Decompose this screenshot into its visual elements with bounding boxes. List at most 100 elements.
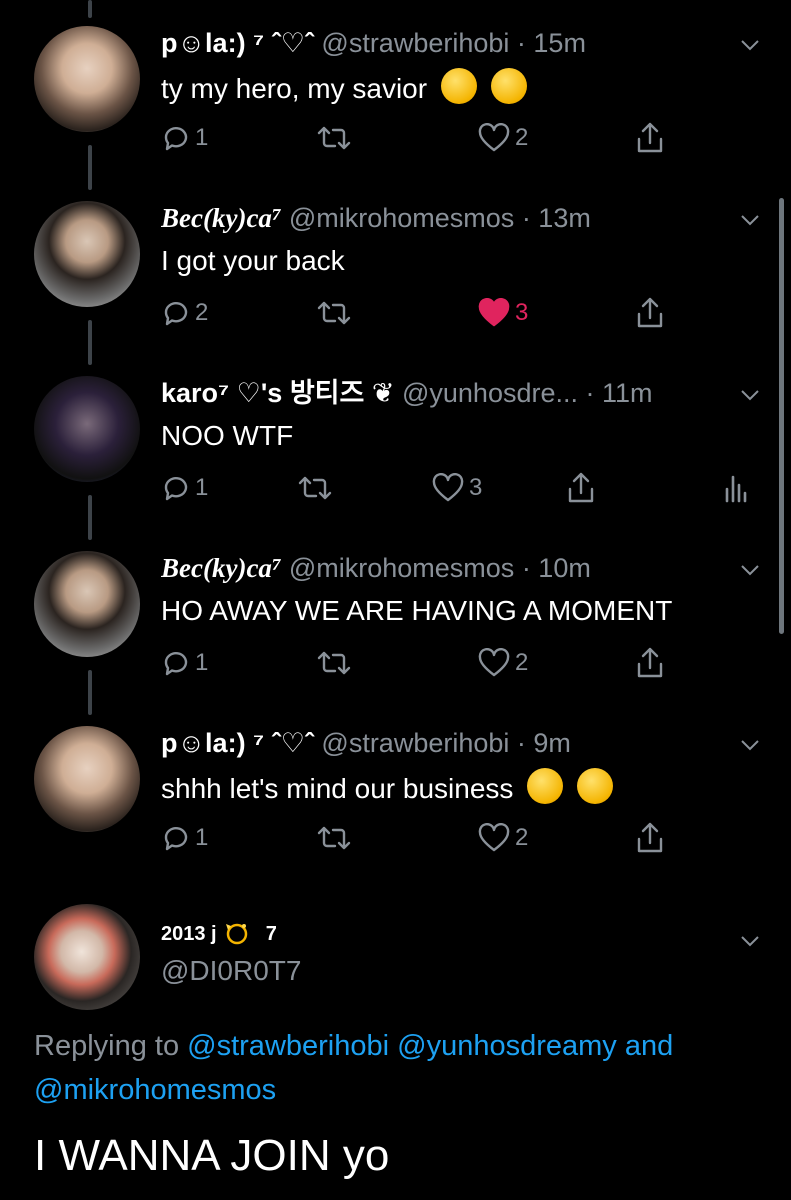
mention-link[interactable]: @mikrohomesmos xyxy=(34,1074,276,1106)
action-bar: 1 3 xyxy=(161,468,761,508)
display-name-text: 2013 j xyxy=(161,923,217,945)
reply-button[interactable]: 1 xyxy=(161,643,208,683)
avatar[interactable] xyxy=(34,726,140,832)
retweet-button[interactable] xyxy=(316,643,356,683)
chevron-down-icon[interactable] xyxy=(741,561,759,579)
display-name[interactable]: p☺la:) ⁷ ˆ♡ˆ xyxy=(161,728,314,758)
heart-icon xyxy=(478,123,510,152)
tweet[interactable]: Bec(ky)ca⁷ @mikrohomesmos · 10m HO AWAY … xyxy=(0,525,791,700)
reply-icon xyxy=(164,477,188,501)
action-bar: 1 2 xyxy=(161,118,721,158)
reply-button[interactable]: 2 xyxy=(161,293,208,333)
avatar[interactable] xyxy=(34,904,140,1010)
mention-and[interactable]: and xyxy=(625,1030,673,1062)
timestamp: · 13m xyxy=(521,203,591,233)
action-bar: 1 2 xyxy=(161,818,721,858)
tweet-text: NOO WTF xyxy=(161,420,294,451)
like-button[interactable]: 2 xyxy=(477,118,528,158)
like-button[interactable]: 3 xyxy=(431,468,482,508)
reply-button[interactable]: 1 xyxy=(161,818,208,858)
chevron-down-icon[interactable] xyxy=(741,932,759,950)
reply-button[interactable]: 1 xyxy=(161,468,208,508)
display-name[interactable]: Bec(ky)ca⁷ xyxy=(161,553,281,583)
display-name[interactable]: Bec(ky)ca⁷ xyxy=(161,203,281,233)
tweet[interactable]: p☺la:) ⁷ ˆ♡ˆ @strawberihobi · 15m ty my … xyxy=(0,0,791,175)
timestamp: · 11m xyxy=(585,378,653,408)
reply-icon xyxy=(164,302,188,326)
display-name[interactable]: karo⁷ ♡'s 방티즈 ❦ xyxy=(161,378,394,408)
like-count: 2 xyxy=(515,649,529,676)
relieved-face-icon xyxy=(527,768,564,804)
action-bar: 1 2 xyxy=(161,643,721,683)
like-count: 2 xyxy=(515,124,529,151)
retweet-icon xyxy=(317,826,351,850)
heart-filled-icon xyxy=(478,298,510,327)
kissing-face-icon xyxy=(576,768,613,804)
avatar[interactable] xyxy=(34,376,140,482)
avatar[interactable] xyxy=(34,26,140,132)
replying-to: Replying to @strawberihobi @yunhosdreamy… xyxy=(34,1024,774,1112)
heart-icon xyxy=(432,473,464,502)
avatar[interactable] xyxy=(34,201,140,307)
username[interactable]: @strawberihobi xyxy=(321,728,509,758)
timestamp: · 9m xyxy=(516,728,571,758)
share-icon xyxy=(637,647,663,678)
share-button[interactable] xyxy=(635,293,665,333)
reply-button[interactable]: 1 xyxy=(161,118,208,158)
scrollbar[interactable] xyxy=(779,198,784,634)
reply-icon xyxy=(164,827,188,851)
retweet-button[interactable] xyxy=(297,468,337,508)
reply-count: 1 xyxy=(195,824,209,851)
retweet-button[interactable] xyxy=(316,818,356,858)
username[interactable]: @mikrohomesmos xyxy=(289,203,514,233)
reply-count: 1 xyxy=(195,474,209,501)
chevron-down-icon[interactable] xyxy=(741,36,759,54)
action-bar: 2 3 xyxy=(161,293,721,333)
like-button[interactable]: 2 xyxy=(477,818,528,858)
share-icon xyxy=(568,472,594,503)
analytics-button[interactable] xyxy=(723,468,749,508)
share-button[interactable] xyxy=(635,643,665,683)
tweet[interactable]: karo⁷ ♡'s 방티즈 ❦ @yunhosdre... · 11m NOO … xyxy=(0,350,791,525)
replying-prefix: Replying to xyxy=(34,1030,180,1062)
timestamp: · 10m xyxy=(521,553,591,583)
username[interactable]: @mikrohomesmos xyxy=(289,553,514,583)
retweet-icon xyxy=(298,476,332,500)
like-button[interactable]: 2 xyxy=(477,643,528,683)
tweet-text: HO AWAY WE ARE HAVING A MOMENT xyxy=(161,595,673,626)
share-button[interactable] xyxy=(566,468,596,508)
tweet[interactable]: Bec(ky)ca⁷ @mikrohomesmos · 13m I got yo… xyxy=(0,175,791,350)
tweet[interactable]: p☺la:) ⁷ ˆ♡ˆ @strawberihobi · 9m shhh le… xyxy=(0,700,791,875)
retweet-icon xyxy=(317,301,351,325)
retweet-icon xyxy=(317,651,351,675)
like-button[interactable]: 3 xyxy=(477,293,528,333)
username[interactable]: @strawberihobi xyxy=(321,28,509,58)
tweet-text-content: ty my hero, my savior xyxy=(161,73,428,104)
reply-count: 1 xyxy=(195,124,209,151)
share-button[interactable] xyxy=(635,118,665,158)
share-icon xyxy=(637,122,663,153)
chevron-down-icon[interactable] xyxy=(741,736,759,754)
reply-count: 2 xyxy=(195,299,209,326)
mention-link[interactable]: @yunhosdreamy xyxy=(397,1030,617,1062)
tweet-text: I got your back xyxy=(161,245,345,276)
share-button[interactable] xyxy=(635,818,665,858)
retweet-button[interactable] xyxy=(316,118,356,158)
username[interactable]: @DI0R0T7 xyxy=(161,955,301,987)
heart-icon xyxy=(478,648,510,677)
chevron-down-icon[interactable] xyxy=(741,386,759,404)
kissing-face-icon xyxy=(440,68,477,104)
retweet-button[interactable] xyxy=(316,293,356,333)
chevron-down-icon[interactable] xyxy=(741,211,759,229)
display-name[interactable]: p☺la:) ⁷ ˆ♡ˆ xyxy=(161,28,314,58)
username[interactable]: @yunhosdre... xyxy=(402,378,578,408)
tweet-text: ty my hero, my savior xyxy=(161,68,527,107)
display-name-suffix: 7 xyxy=(265,923,277,945)
like-count: 2 xyxy=(515,824,529,851)
mention-link[interactable]: @strawberihobi xyxy=(187,1030,389,1062)
display-name[interactable]: 2013 j 7 xyxy=(161,920,277,946)
reply-icon xyxy=(164,652,188,676)
avatar[interactable] xyxy=(34,551,140,657)
reply-icon xyxy=(164,127,188,151)
heart-icon xyxy=(478,823,510,852)
